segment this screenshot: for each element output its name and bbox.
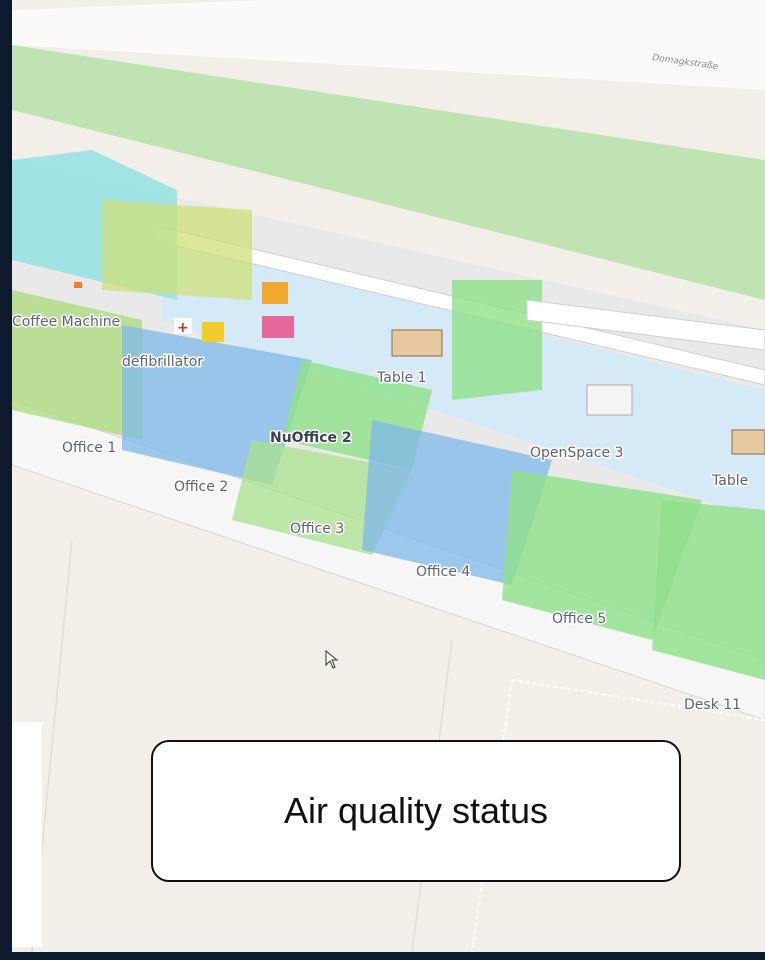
callout-text: Air quality status xyxy=(283,790,549,831)
room-right[interactable] xyxy=(652,500,765,680)
label-table-partial: Table xyxy=(711,473,748,489)
table-furniture xyxy=(391,329,443,357)
label-table-1: Table 1 xyxy=(376,370,427,386)
label-desk-11: Desk 11 xyxy=(684,697,741,713)
label-openspace-3: OpenSpace 3 xyxy=(530,445,623,461)
side-panel xyxy=(12,722,42,947)
air-quality-callout: Air quality status xyxy=(151,740,681,882)
room-yellow[interactable] xyxy=(102,200,252,300)
sofa-furniture xyxy=(586,384,633,416)
table-furniture xyxy=(731,429,765,455)
svg-text:+: + xyxy=(177,320,189,336)
label-defibrillator: defibrillator xyxy=(122,354,203,370)
label-office-4: Office 4 xyxy=(416,564,470,580)
furniture-box xyxy=(262,316,294,338)
furniture-box xyxy=(262,282,288,304)
label-nuoffice-2: NuOffice 2 xyxy=(270,430,352,446)
label-office-3: Office 3 xyxy=(290,521,344,537)
label-coffee-machine: Coffee Machine xyxy=(12,314,120,330)
furniture-box xyxy=(202,322,224,342)
label-office-2: Office 2 xyxy=(174,479,228,495)
room-tall-green[interactable] xyxy=(452,280,542,400)
label-office-1: Office 1 xyxy=(62,440,116,456)
label-office-5: Office 5 xyxy=(552,611,606,627)
marker-icon xyxy=(74,282,82,288)
